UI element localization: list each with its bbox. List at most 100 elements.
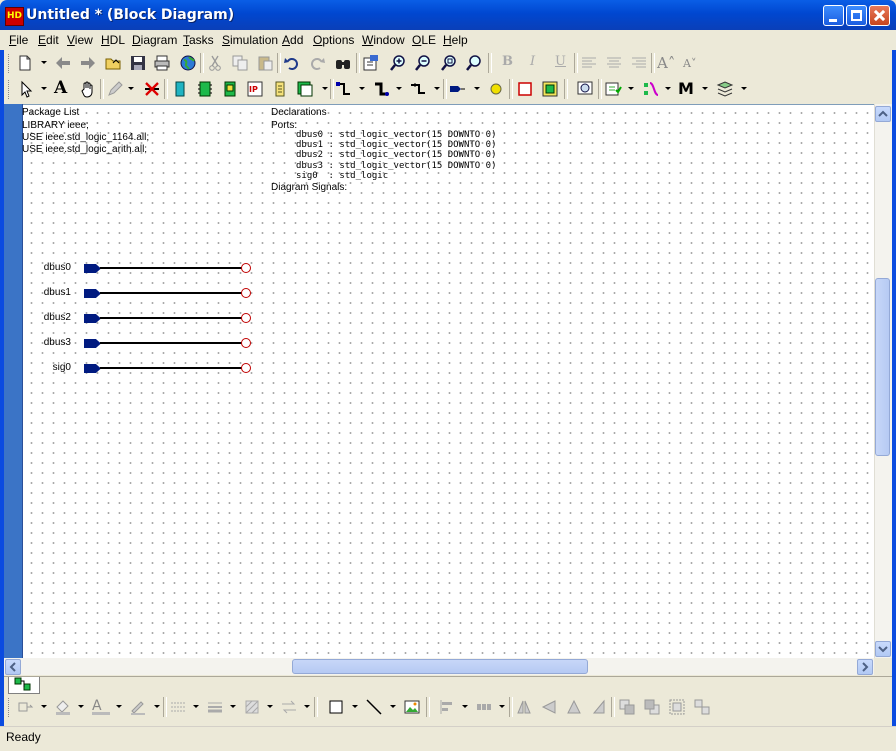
port-pin-dbus0[interactable] bbox=[84, 264, 101, 273]
wire-dropdown-arrow[interactable] bbox=[359, 87, 365, 90]
menu-help[interactable]: Help bbox=[443, 33, 468, 47]
pan-hand-icon[interactable] bbox=[79, 80, 97, 98]
edit-dropdown-arrow[interactable] bbox=[128, 87, 134, 90]
app-icon[interactable]: HD bbox=[5, 7, 24, 26]
rectangle-tool-icon[interactable] bbox=[516, 80, 534, 98]
flip-horizontal-icon[interactable] bbox=[515, 698, 533, 716]
line-style-dropdown-arrow[interactable] bbox=[193, 705, 199, 708]
toolbar-grip[interactable] bbox=[8, 698, 12, 717]
add-component-icon[interactable] bbox=[196, 80, 214, 98]
wire-tool-icon[interactable] bbox=[335, 80, 353, 98]
menu-ole[interactable]: OLE bbox=[412, 33, 436, 47]
zoom-selection-icon[interactable] bbox=[465, 54, 483, 72]
menu-file[interactable]: File bbox=[9, 33, 28, 47]
scroll-right-button[interactable] bbox=[857, 659, 873, 675]
font-color-dropdown-arrow[interactable] bbox=[116, 705, 122, 708]
group-icon[interactable] bbox=[668, 698, 686, 716]
align-center-icon[interactable] bbox=[605, 54, 623, 72]
distribute-dropdown-arrow[interactable] bbox=[499, 705, 505, 708]
rotate-dropdown-arrow[interactable] bbox=[41, 705, 47, 708]
add-embedded-block-icon[interactable] bbox=[221, 80, 239, 98]
font-color-icon[interactable]: A bbox=[92, 698, 110, 715]
flip-vertical-icon[interactable] bbox=[540, 698, 558, 716]
macro-m-icon[interactable]: M bbox=[678, 79, 696, 98]
shape-dropdown-arrow[interactable] bbox=[352, 705, 358, 708]
menu-hdl[interactable]: HDL bbox=[101, 33, 125, 47]
properties-icon[interactable] bbox=[362, 54, 380, 72]
port-tool-icon[interactable] bbox=[448, 80, 466, 98]
arrow-style-dropdown-arrow[interactable] bbox=[304, 705, 310, 708]
send-to-back-icon[interactable] bbox=[643, 698, 661, 716]
italic-icon[interactable]: I bbox=[530, 54, 548, 72]
wire-endpoint-dbus0[interactable] bbox=[241, 263, 251, 273]
scroll-up-button[interactable] bbox=[875, 106, 891, 122]
menu-diagram[interactable]: Diagram bbox=[132, 33, 177, 47]
menu-options[interactable]: Options bbox=[313, 33, 354, 47]
menu-view[interactable]: View bbox=[67, 33, 93, 47]
signal-label-dbus3[interactable]: dbus3 bbox=[21, 337, 71, 348]
signal-wire-dbus2[interactable] bbox=[100, 317, 242, 319]
port-pin-dbus1[interactable] bbox=[84, 289, 101, 298]
signal-wire-dbus1[interactable] bbox=[100, 292, 242, 294]
open-folder-icon[interactable] bbox=[104, 54, 122, 72]
block-dropdown-arrow[interactable] bbox=[322, 87, 328, 90]
signal-label-dbus0[interactable]: dbus0 bbox=[21, 262, 71, 273]
line-color-dropdown-arrow[interactable] bbox=[154, 705, 160, 708]
hierarchy-view-icon[interactable] bbox=[576, 80, 594, 98]
fill-pattern-dropdown-arrow[interactable] bbox=[267, 705, 273, 708]
toolbar-grip[interactable] bbox=[8, 80, 12, 99]
wire-endpoint-dbus3[interactable] bbox=[241, 338, 251, 348]
menu-tasks[interactable]: Tasks bbox=[183, 33, 214, 47]
signal-label-sig0[interactable]: sig0 bbox=[21, 362, 71, 373]
decrease-font-icon[interactable]: A˅ bbox=[683, 57, 701, 75]
bring-to-front-icon[interactable] bbox=[618, 698, 636, 716]
compile-icon[interactable] bbox=[604, 80, 622, 98]
select-dropdown-arrow[interactable] bbox=[41, 87, 47, 90]
line-width-icon[interactable] bbox=[206, 698, 224, 716]
forward-arrow-icon[interactable] bbox=[79, 54, 97, 72]
diagram-tab[interactable] bbox=[8, 677, 40, 694]
draw-line-icon[interactable] bbox=[365, 698, 383, 716]
zoom-in-icon[interactable] bbox=[389, 54, 407, 72]
simulate-icon[interactable] bbox=[641, 80, 659, 98]
wire-endpoint-dbus1[interactable] bbox=[241, 288, 251, 298]
bus-tap-dropdown-arrow[interactable] bbox=[434, 87, 440, 90]
zoom-out-icon[interactable] bbox=[414, 54, 432, 72]
edit-pen-icon[interactable] bbox=[106, 80, 124, 98]
maximize-button[interactable] bbox=[846, 5, 867, 26]
scroll-down-button[interactable] bbox=[875, 641, 891, 657]
align-objects-left-icon[interactable] bbox=[438, 698, 456, 716]
scroll-left-button[interactable] bbox=[5, 659, 21, 675]
macro-dropdown-arrow[interactable] bbox=[702, 87, 708, 90]
fill-pattern-icon[interactable] bbox=[243, 698, 261, 716]
signal-label-dbus2[interactable]: dbus2 bbox=[21, 312, 71, 323]
close-button[interactable] bbox=[869, 5, 890, 26]
compile-dropdown-arrow[interactable] bbox=[628, 87, 634, 90]
line-dropdown-arrow[interactable] bbox=[390, 705, 396, 708]
align-objects-dropdown-arrow[interactable] bbox=[462, 705, 468, 708]
ungroup-icon[interactable] bbox=[693, 698, 711, 716]
rotate-right-icon[interactable] bbox=[590, 698, 608, 716]
increase-font-icon[interactable]: A˄ bbox=[657, 54, 675, 72]
diagram-canvas[interactable]: Package List LIBRARY ieee; USE ieee.std_l… bbox=[21, 105, 874, 658]
add-block-icon[interactable] bbox=[171, 80, 189, 98]
fill-color-icon[interactable] bbox=[54, 698, 72, 716]
new-dropdown-arrow[interactable] bbox=[41, 61, 47, 64]
signal-wire-sig0[interactable] bbox=[100, 367, 242, 369]
print-icon[interactable] bbox=[153, 54, 171, 72]
line-width-dropdown-arrow[interactable] bbox=[230, 705, 236, 708]
line-style-icon[interactable] bbox=[169, 698, 187, 716]
redo-icon[interactable] bbox=[308, 54, 326, 72]
delete-wire-icon[interactable] bbox=[143, 80, 161, 98]
layers-icon[interactable] bbox=[716, 80, 734, 98]
new-file-icon[interactable] bbox=[16, 54, 34, 72]
draw-rectangle-icon[interactable] bbox=[327, 698, 345, 716]
add-fub-icon[interactable] bbox=[296, 80, 314, 98]
signal-label-dbus1[interactable]: dbus1 bbox=[21, 287, 71, 298]
fill-dropdown-arrow[interactable] bbox=[78, 705, 84, 708]
port-pin-dbus2[interactable] bbox=[84, 314, 101, 323]
port-pin-dbus3[interactable] bbox=[84, 339, 101, 348]
rotate-left-icon[interactable] bbox=[565, 698, 583, 716]
simulate-dropdown-arrow[interactable] bbox=[665, 87, 671, 90]
underline-icon[interactable]: U bbox=[555, 54, 573, 72]
